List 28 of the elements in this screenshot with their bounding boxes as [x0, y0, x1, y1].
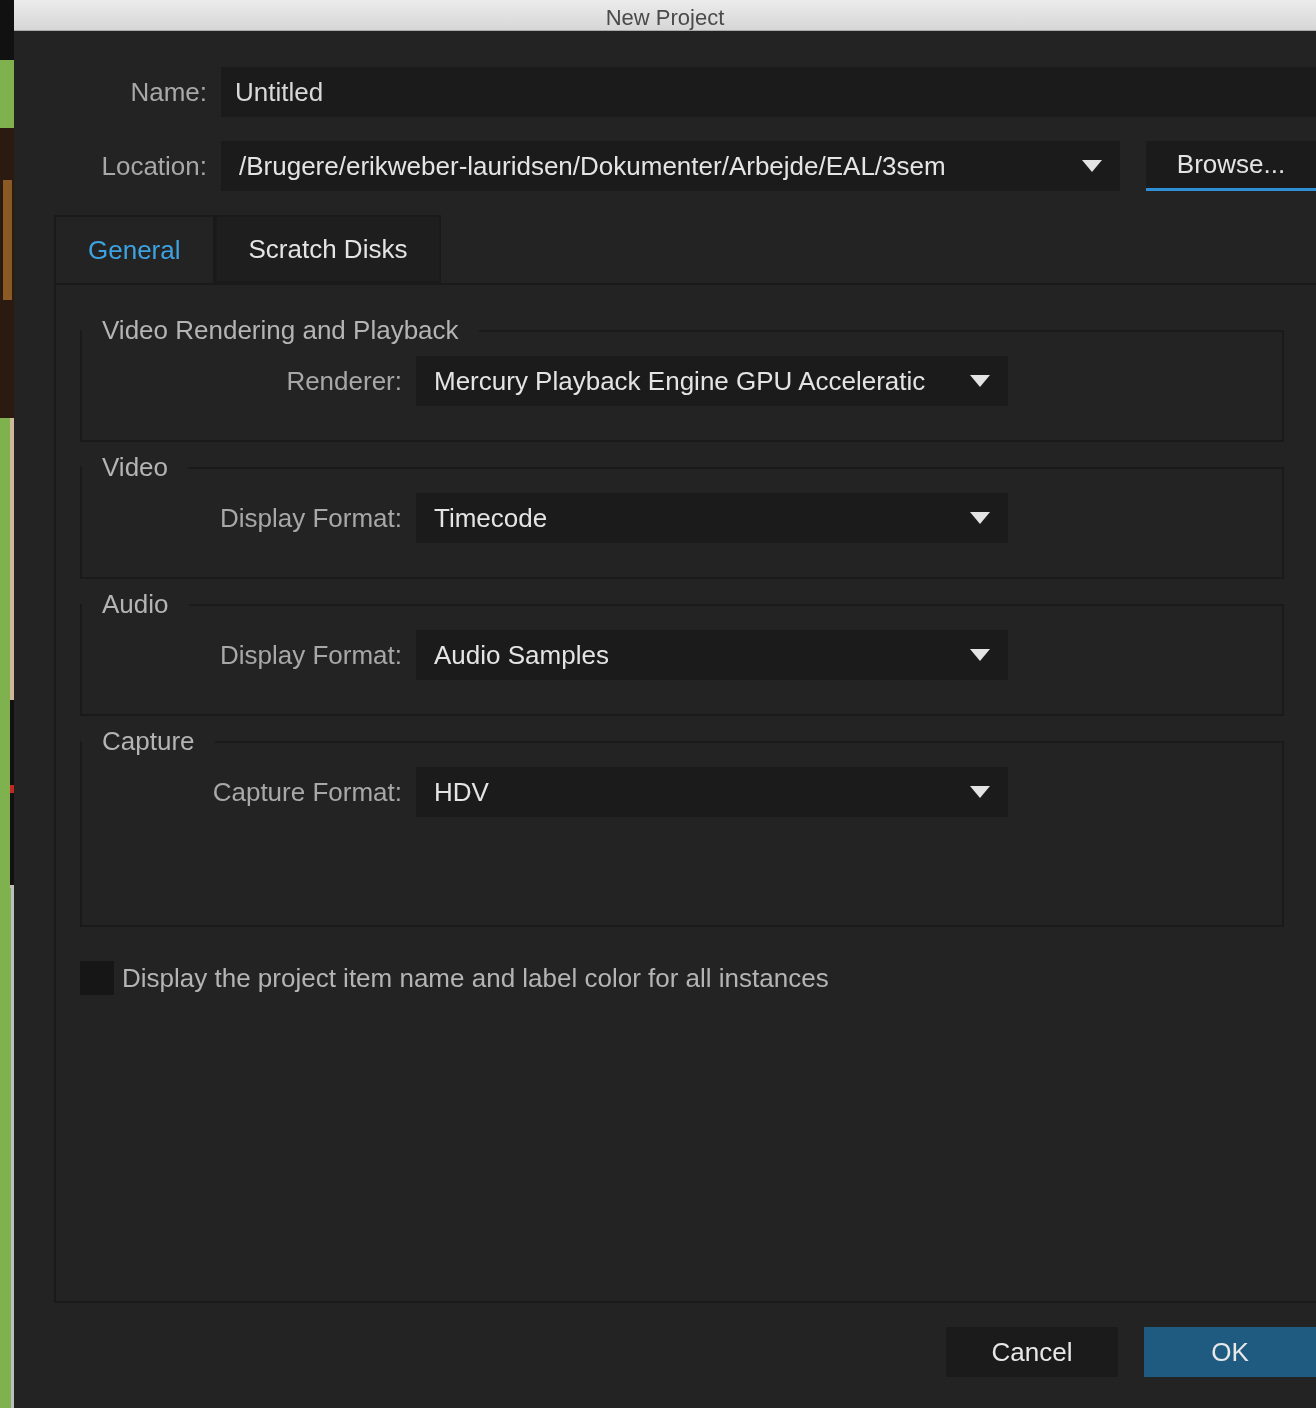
caret-icon	[970, 649, 990, 661]
field-label: Capture Format:	[211, 776, 402, 808]
group-title: Video	[101, 452, 170, 483]
field-label: Renderer:	[285, 365, 402, 397]
dropdown[interactable]: HDV	[416, 767, 1008, 817]
field-label: Location:	[100, 150, 207, 182]
group-title: Video Rendering and Playback	[101, 315, 460, 346]
caret-icon	[970, 512, 990, 524]
field-label: Display Format:	[218, 639, 402, 671]
dropdown[interactable]: Timecode	[416, 493, 1008, 543]
group-title: Audio	[101, 589, 170, 620]
caret-icon	[970, 786, 990, 798]
checkbox-label: Display the project item name and label color for all instances	[122, 962, 829, 994]
tab[interactable]: Scratch Disks	[214, 215, 442, 283]
name-field[interactable]: Untitled	[221, 67, 1316, 117]
caret-icon	[970, 375, 990, 387]
dropdown[interactable]: Mercury Playback Engine GPU Acceleratic	[416, 356, 1008, 406]
dropdown[interactable]: Audio Samples	[416, 630, 1008, 680]
ok-button[interactable]: OK	[1144, 1327, 1316, 1377]
location-dropdown[interactable]: /Brugere/erikweber-lauridsen/Dokumenter/Arbejde/EAL/3sem	[221, 141, 1120, 191]
tab[interactable]: General	[54, 215, 215, 283]
window-title: New Project	[605, 6, 725, 30]
field-label: Name:	[129, 76, 207, 108]
field-label: Display Format:	[218, 502, 402, 534]
group-title: Capture	[101, 726, 196, 757]
cancel-button[interactable]: Cancel	[946, 1327, 1118, 1377]
browse-button[interactable]: Browse...	[1146, 141, 1316, 191]
caret-icon	[1082, 160, 1102, 172]
